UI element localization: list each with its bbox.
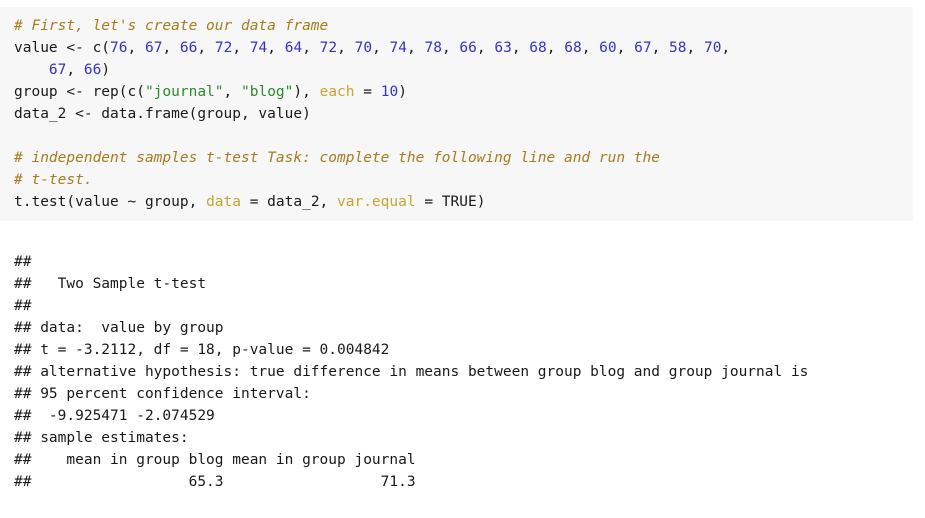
code-token-plain: ,	[223, 84, 241, 100]
code-token-plain: ,	[232, 40, 250, 56]
console-output-block: ## ## Two Sample t-test ## ## data: value…	[0, 251, 925, 493]
output-line-7: ## -9.925471 -2.074529	[14, 408, 215, 424]
code-token-plain: value <- c(	[14, 40, 111, 56]
code-token-plain: )	[398, 84, 407, 100]
output-line-10: ## 65.3 71.3	[14, 474, 416, 490]
code-token-plain: ,	[721, 40, 731, 56]
code-token-str: "blog"	[241, 84, 294, 100]
code-token-plain: ,	[651, 40, 670, 56]
code-token-plain: ,	[337, 40, 355, 56]
code-token-plain: ,	[302, 40, 320, 56]
code-token-plain: ,	[127, 40, 145, 56]
code-line-comment-create-data-frame: # First, let's create our data frame	[0, 15, 913, 37]
code-token-num: 74	[249, 40, 268, 56]
code-token-plain: ,	[441, 40, 460, 56]
code-token-arg: each	[319, 84, 355, 100]
code-token-num: 74	[389, 40, 407, 56]
code-token-num: 78	[424, 40, 442, 56]
code-token-num: 60	[599, 40, 617, 56]
code-token-num: 72	[319, 40, 338, 56]
code-token-plain: t.test(value ~ group,	[14, 194, 207, 210]
code-token-num: 66	[83, 62, 102, 78]
code-token-plain: =	[354, 84, 381, 100]
code-line-value-assign: value <- c(76, 67, 66, 72, 74, 64, 72, 7…	[0, 37, 913, 59]
code-token-comment: # First, let's create our data frame	[14, 18, 329, 34]
code-token-num: 10	[380, 84, 399, 100]
output-line-4: ## t = -3.2112, df = 18, p-value = 0.004…	[14, 342, 390, 358]
code-token-num: 76	[110, 40, 128, 56]
code-token-plain: group <- rep(c(	[14, 84, 145, 100]
code-token-plain: data_2 <- data.frame(group, value)	[14, 106, 311, 122]
code-token-plain: ,	[372, 40, 390, 56]
code-token-plain: ),	[293, 84, 320, 100]
code-token-num: 58	[669, 40, 687, 56]
output-line-2: ##	[14, 298, 41, 314]
code-line-comment-task-line-1: # independent samples t-test Task: compl…	[0, 147, 913, 169]
code-token-num: 68	[564, 40, 582, 56]
code-line-group-assign: group <- rep(c("journal", "blog"), each …	[0, 81, 913, 103]
code-token-num: 67	[144, 40, 163, 56]
code-token-num: 67	[634, 40, 652, 56]
output-line-3: ## data: value by group	[14, 320, 224, 336]
code-token-num: 67	[48, 62, 67, 78]
code-token-arg: data	[206, 194, 241, 210]
code-line-value-assign-continued: 67, 66)	[0, 59, 913, 81]
code-line-t-test-call: t.test(value ~ group, data = data_2, var…	[0, 191, 913, 213]
code-token-num: 72	[214, 40, 233, 56]
code-token-num: 66	[459, 40, 477, 56]
code-token-plain: = data_2,	[240, 194, 338, 210]
code-token-plain: ,	[686, 40, 704, 56]
code-token-plain: ,	[267, 40, 285, 56]
code-token-plain: ,	[66, 62, 84, 78]
code-token-comment: # t-test.	[14, 172, 93, 188]
code-token-plain: = TRUE)	[415, 194, 486, 210]
code-token-num: 68	[529, 40, 547, 56]
code-token-str: "journal"	[144, 84, 224, 100]
code-token-num: 66	[179, 40, 198, 56]
code-line-data-frame-assign: data_2 <- data.frame(group, value)	[0, 103, 913, 125]
code-token-plain: ,	[407, 40, 425, 56]
code-token-num: 70	[703, 40, 722, 56]
code-token-comment: # independent samples t-test Task: compl…	[14, 150, 661, 166]
output-line-9: ## mean in group blog mean in group jour…	[14, 452, 416, 468]
output-line-0: ##	[14, 254, 41, 270]
output-line-6: ## 95 percent confidence interval:	[14, 386, 311, 402]
document-page: # First, let's create our data frame valu…	[0, 0, 925, 518]
code-token-num: 64	[284, 40, 303, 56]
code-token-arg: var.equal	[337, 194, 416, 210]
code-token-plain: )	[101, 62, 111, 78]
code-token-plain: ,	[197, 40, 215, 56]
output-line-5: ## alternative hypothesis: true differen…	[14, 364, 809, 380]
output-line-8: ## sample estimates:	[14, 430, 189, 446]
code-token-plain: ,	[581, 40, 600, 56]
code-token-plain: ,	[546, 40, 565, 56]
r-code-chunk[interactable]: # First, let's create our data frame valu…	[0, 7, 913, 221]
code-token-plain: ,	[616, 40, 635, 56]
code-line-comment-task-line-2: # t-test.	[0, 169, 913, 191]
code-line-blank-1	[0, 125, 913, 147]
output-line-1: ## Two Sample t-test	[14, 276, 207, 292]
code-token-num: 70	[354, 40, 373, 56]
code-token-num: 63	[494, 40, 512, 56]
code-token-plain: ,	[511, 40, 530, 56]
code-token-plain: ,	[162, 40, 180, 56]
code-token-plain: ,	[476, 40, 495, 56]
